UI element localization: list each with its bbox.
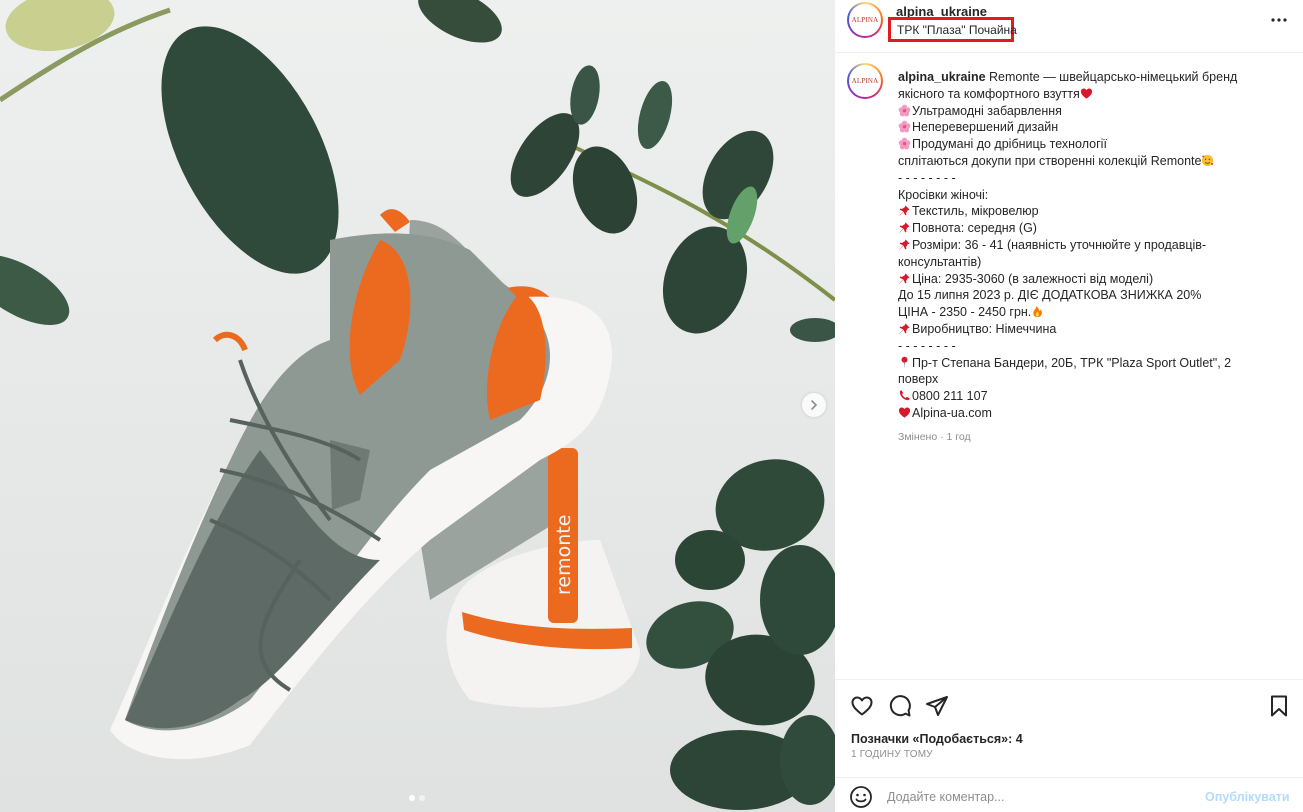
caption-line-text: Alpina-ua.com bbox=[912, 405, 992, 420]
carousel-dot bbox=[419, 795, 425, 801]
heart-icon bbox=[1080, 87, 1093, 100]
avatar-logo: ALPINA bbox=[851, 16, 879, 24]
post-media[interactable]: remonte bbox=[0, 0, 835, 812]
caption-avatar[interactable]: ALPINA bbox=[847, 63, 883, 99]
paper-plane-icon bbox=[926, 696, 948, 716]
brand-print: remonte bbox=[553, 515, 575, 595]
caption-line: сплітаються докупи при створенні колекці… bbox=[898, 153, 1268, 170]
caption-line-text: консультантів) bbox=[898, 254, 982, 269]
more-options-icon[interactable] bbox=[1269, 10, 1289, 30]
avatar-logo: ALPINA bbox=[851, 77, 879, 85]
location-link[interactable]: ТРК "Плаза" Почайна bbox=[888, 17, 1017, 42]
caption-line-text: - - - - - - - - bbox=[898, 338, 956, 353]
pushpin-icon bbox=[898, 322, 911, 335]
caption-line-text: Кросівки жіночі: bbox=[898, 187, 989, 202]
caption-line-text: До 15 липня 2023 р. ДІЄ ДОДАТКОВА ЗНИЖКА… bbox=[898, 288, 1202, 303]
heart-icon bbox=[898, 406, 911, 419]
caption-line: поверх bbox=[898, 371, 1268, 388]
caption-line-text: ЦІНА - 2350 - 2450 грн. bbox=[898, 305, 1032, 320]
caption-line-text: сплітаються докупи при створенні колекці… bbox=[898, 153, 1202, 168]
blossom-icon bbox=[898, 137, 911, 150]
caption-line: якісного та комфортного взуття bbox=[898, 86, 1268, 103]
caption-text: alpina_ukraine Remonte — швейцарсько-нім… bbox=[898, 69, 1268, 422]
caption-line: Alpina-ua.com bbox=[898, 405, 1268, 422]
caption-line: Повнота: середня (G) bbox=[898, 220, 1268, 237]
post-side-panel: ALPINA alpina_ukraine ТРК "Плаза" Почайн… bbox=[835, 0, 1303, 812]
post-comment-button[interactable]: Опублікувати bbox=[1205, 790, 1290, 804]
caption-line: 0800 211 107 bbox=[898, 388, 1268, 405]
caption-line-text: Текстиль, мікровелюр bbox=[912, 204, 1039, 219]
avatar[interactable]: ALPINA bbox=[847, 2, 883, 38]
caption-line: Неперевершений дизайн bbox=[898, 119, 1268, 136]
pushpin-icon bbox=[898, 272, 911, 285]
telephone-icon bbox=[898, 389, 911, 402]
post-time[interactable]: 1 ГОДИНУ ТОМУ bbox=[851, 749, 933, 760]
pushpin-icon bbox=[898, 204, 911, 217]
bookmark-icon bbox=[1271, 695, 1287, 717]
carousel-next-button[interactable] bbox=[802, 393, 826, 417]
share-button[interactable] bbox=[924, 693, 950, 719]
caption-line: Виробництво: Німеччина bbox=[898, 321, 1268, 338]
caption-username[interactable]: alpina_ukraine bbox=[898, 70, 986, 84]
likes-count[interactable]: Позначки «Подобається»: 4 bbox=[851, 732, 1023, 746]
caption-line-text: Remonte — швейцарсько-німецький бренд bbox=[985, 70, 1238, 84]
sneaker-photo: remonte bbox=[0, 0, 835, 812]
divider bbox=[835, 679, 1303, 680]
caption-line-text: Пр-т Степана Бандери, 20Б, ТРК "Plaza Sp… bbox=[912, 355, 1232, 370]
post-actions bbox=[835, 690, 1303, 720]
caption-line-text: поверх bbox=[898, 372, 939, 387]
caption-line: ЦІНА - 2350 - 2450 грн. bbox=[898, 304, 1268, 321]
fire-icon bbox=[1031, 305, 1044, 318]
edited-timestamp: Змінено · 1 год bbox=[898, 431, 971, 443]
caption-line: консультантів) bbox=[898, 254, 1268, 271]
caption-line-text: Виробництво: Німеччина bbox=[912, 321, 1057, 336]
comment-input[interactable] bbox=[887, 787, 1187, 807]
caption-line-text: Повнота: середня (G) bbox=[912, 221, 1037, 236]
comment-button[interactable] bbox=[887, 693, 913, 719]
caption-line: Пр-т Степана Бандери, 20Б, ТРК "Plaza Sp… bbox=[898, 355, 1268, 372]
emoji-picker-button[interactable] bbox=[849, 785, 873, 809]
carousel-dot bbox=[409, 795, 415, 801]
caption-line: Розміри: 36 - 41 (наявність уточнюйте у … bbox=[898, 237, 1268, 254]
post-header: ALPINA alpina_ukraine ТРК "Плаза" Почайн… bbox=[835, 0, 1303, 52]
caption-line: - - - - - - - - bbox=[898, 170, 1268, 187]
like-button[interactable] bbox=[849, 693, 875, 719]
comment-bubble-icon bbox=[889, 695, 911, 717]
caption-line: Ультрамодні забарвлення bbox=[898, 103, 1268, 120]
caption-line-text: 0800 211 107 bbox=[912, 389, 988, 404]
heart-outline-icon bbox=[851, 696, 873, 716]
chevron-right-icon bbox=[811, 400, 818, 410]
smiling-face-hearts-icon bbox=[1201, 154, 1214, 167]
caption-line-text: Ультрамодні забарвлення bbox=[912, 103, 1062, 118]
comment-bar: Опублікувати bbox=[835, 778, 1303, 812]
caption-line: Текстиль, мікровелюр bbox=[898, 203, 1268, 220]
caption-line: Продумані до дрібниць технології bbox=[898, 136, 1268, 153]
caption-line: Ціна: 2935-3060 (в залежності від моделі… bbox=[898, 271, 1268, 288]
caption-line: alpina_ukraine Remonte — швейцарсько-нім… bbox=[898, 69, 1268, 86]
caption-line-text: Ціна: 2935-3060 (в залежності від моделі… bbox=[912, 271, 1154, 286]
carousel-indicator bbox=[409, 795, 425, 801]
caption-line: Кросівки жіночі: bbox=[898, 187, 1268, 204]
post-caption: ALPINA alpina_ukraine Remonte — швейцарс… bbox=[835, 53, 1303, 679]
caption-line: - - - - - - - - bbox=[898, 338, 1268, 355]
caption-line-text: Неперевершений дизайн bbox=[912, 120, 1059, 135]
caption-line-text: якісного та комфортного взуття bbox=[898, 86, 1080, 101]
save-button[interactable] bbox=[1266, 693, 1292, 719]
blossom-icon bbox=[898, 120, 911, 133]
blossom-icon bbox=[898, 104, 911, 117]
caption-line-text: Продумані до дрібниць технології bbox=[912, 137, 1107, 152]
round-pushpin-icon bbox=[898, 356, 911, 369]
pushpin-icon bbox=[898, 221, 911, 234]
caption-line: До 15 липня 2023 р. ДІЄ ДОДАТКОВА ЗНИЖКА… bbox=[898, 287, 1268, 304]
pushpin-icon bbox=[898, 238, 911, 251]
caption-line-text: - - - - - - - - bbox=[898, 170, 956, 185]
caption-line-text: Розміри: 36 - 41 (наявність уточнюйте у … bbox=[912, 237, 1207, 252]
smiley-icon bbox=[850, 786, 872, 808]
